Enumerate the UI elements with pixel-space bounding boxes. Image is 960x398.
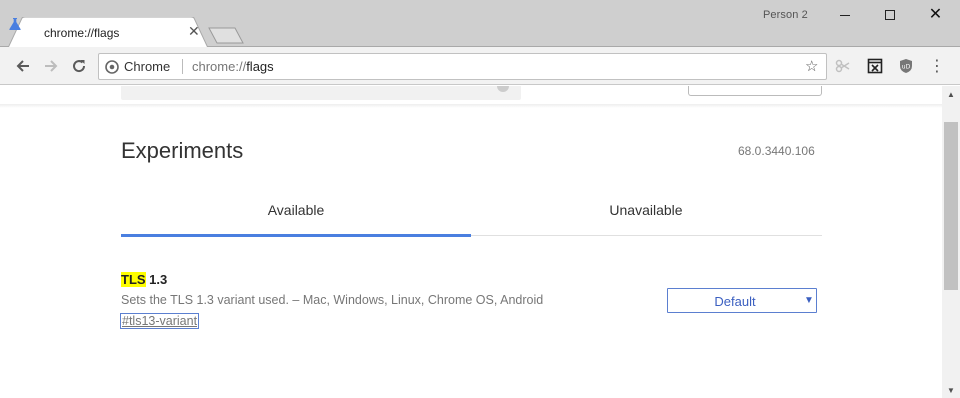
- svg-text:uD: uD: [902, 64, 911, 71]
- flag-state-select[interactable]: Default ▼: [667, 288, 817, 313]
- flag-title-rest: 1.3: [145, 272, 168, 287]
- minimize-icon[interactable]: [822, 0, 867, 30]
- menu-icon[interactable]: ⋮: [924, 53, 950, 79]
- browser-tab[interactable]: chrome://flags ✕: [8, 17, 208, 48]
- shield-icon: uD: [900, 59, 912, 73]
- ublock-extension-icon[interactable]: uD: [893, 53, 919, 79]
- toolbar: Chrome chrome://flags ☆ uD ⋮: [0, 47, 960, 85]
- chevron-down-icon: ▼: [804, 295, 814, 306]
- tab-close-icon[interactable]: ✕: [188, 23, 200, 40]
- url-scheme: chrome://: [192, 59, 247, 74]
- chrome-icon: [105, 60, 119, 74]
- window-x-icon: [867, 58, 883, 74]
- header-shadow: [0, 104, 942, 108]
- arrow-right-icon: [45, 60, 58, 72]
- reload-button[interactable]: [66, 53, 92, 79]
- profile-name[interactable]: Person 2: [763, 9, 808, 21]
- scissors-icon: [835, 59, 850, 73]
- tab-available[interactable]: Available: [121, 190, 471, 236]
- back-button[interactable]: [10, 53, 36, 79]
- close-icon[interactable]: ✕: [913, 0, 958, 30]
- version-label: 68.0.3440.106: [738, 144, 815, 158]
- new-tab-button[interactable]: [208, 27, 244, 44]
- forward-button[interactable]: [38, 53, 64, 79]
- arrow-left-icon: [16, 60, 29, 72]
- scrollbar[interactable]: ▲ ▼: [942, 86, 960, 398]
- search-box[interactable]: [121, 86, 521, 100]
- flag-title: TLS 1.3: [121, 272, 167, 287]
- flask-icon: [9, 18, 21, 30]
- address-bar[interactable]: Chrome chrome://flags ☆: [98, 53, 827, 80]
- scrollbar-thumb[interactable]: [944, 122, 958, 290]
- select-value: Default: [714, 294, 756, 309]
- maximize-icon[interactable]: [867, 0, 912, 30]
- active-tab-indicator: [121, 234, 471, 237]
- search-highlight: TLS: [121, 272, 146, 287]
- blocker-extension-icon[interactable]: [862, 53, 888, 79]
- scroll-down-arrow-icon[interactable]: ▼: [942, 382, 960, 398]
- scroll-up-arrow-icon[interactable]: ▲: [942, 86, 960, 102]
- reset-all-button[interactable]: [688, 86, 822, 96]
- flag-permalink[interactable]: #tls13-variant: [119, 313, 200, 329]
- flag-description: Sets the TLS 1.3 variant used. – Mac, Wi…: [121, 293, 544, 307]
- title-bar: chrome://flags ✕ Person 2 ✕: [0, 0, 960, 48]
- tab-title: chrome://flags: [44, 26, 120, 40]
- tab-unavailable[interactable]: Unavailable: [471, 190, 821, 236]
- page-title: Experiments: [121, 138, 244, 163]
- page-content: Experiments 68.0.3440.106 Available Unav…: [0, 86, 942, 398]
- experiments-tabs: Available Unavailable: [121, 190, 822, 237]
- url-host: flags: [246, 59, 274, 74]
- reload-icon: [73, 60, 86, 73]
- scissors-extension-icon[interactable]: [830, 53, 856, 79]
- omnibox-chip: Chrome: [124, 59, 171, 74]
- bookmark-star-icon[interactable]: ☆: [805, 57, 818, 75]
- url-text[interactable]: chrome://flags: [192, 59, 274, 74]
- omnibox-separator: [182, 59, 183, 74]
